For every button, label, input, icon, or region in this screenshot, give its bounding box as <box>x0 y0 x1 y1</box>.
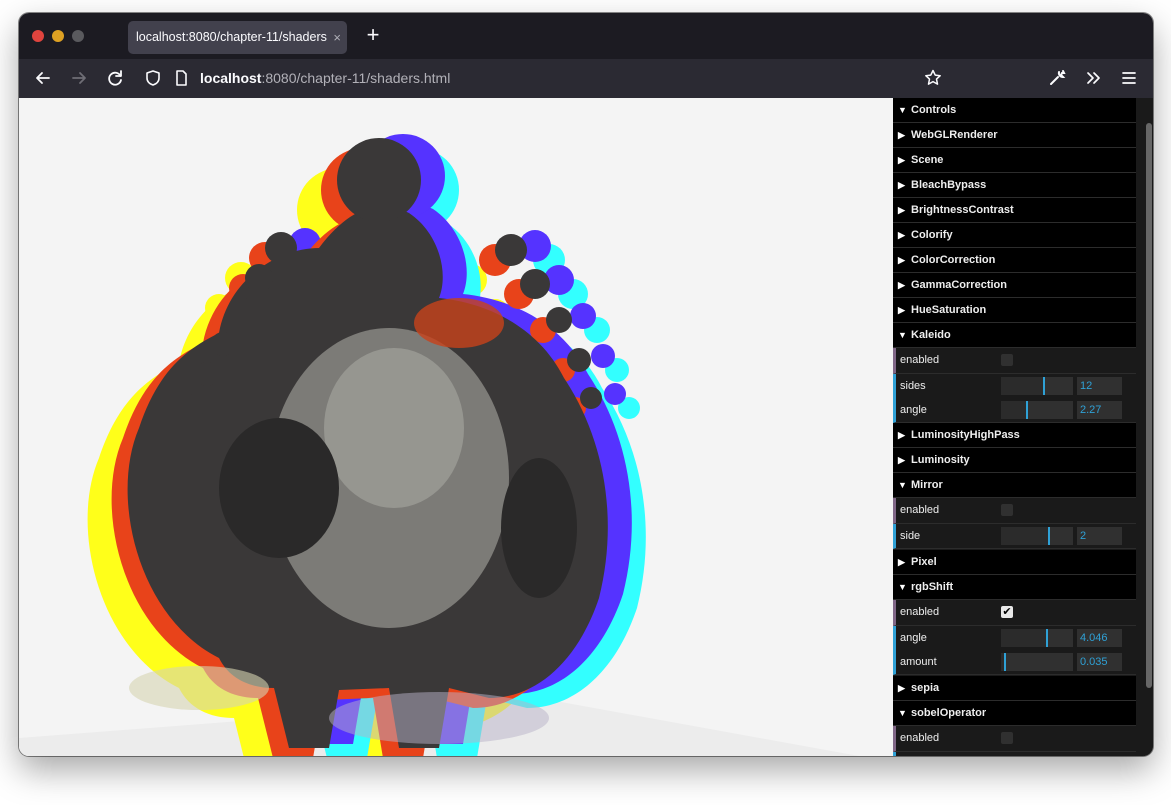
rgbshift-amount-control: amount 0.035 <box>893 650 1136 675</box>
kaleido-angle-control: angle 2.27 <box>893 398 1136 423</box>
rgbshift-angle-slider[interactable] <box>1001 629 1073 647</box>
kaleido-sides-input[interactable]: 12 <box>1077 377 1122 395</box>
sobel-next-control <box>893 752 1136 756</box>
chevron-right-icon: ▶ <box>898 255 905 265</box>
hamburger-menu-icon[interactable] <box>1116 65 1142 91</box>
shield-icon[interactable] <box>140 65 166 91</box>
kaleido-angle-slider[interactable] <box>1001 401 1073 419</box>
rgb-shifted-model-render <box>19 134 859 756</box>
chevron-right-icon: ▶ <box>898 305 905 315</box>
folder-luminosityhighpass[interactable]: ▶ LuminosityHighPass <box>893 423 1136 448</box>
rgbshift-amount-slider[interactable] <box>1001 653 1073 671</box>
kaleido-angle-input[interactable]: 2.27 <box>1077 401 1122 419</box>
folder-rgbshift[interactable]: ▼ rgbShift <box>893 575 1136 600</box>
kaleido-enabled-checkbox[interactable] <box>1001 354 1013 366</box>
folder-colorify[interactable]: ▶ Colorify <box>893 223 1136 248</box>
chevron-down-icon: ▼ <box>898 708 907 718</box>
folder-webglrenderer[interactable]: ▶ WebGLRenderer <box>893 123 1136 148</box>
folder-pixel[interactable]: ▶ Pixel <box>893 550 1136 575</box>
dat-gui-panel: ▼ Controls ▶ WebGLRenderer ▶ Scene ▶ BleachB… <box>893 98 1153 756</box>
chevron-right-icon: ▶ <box>898 430 905 440</box>
url-path: :8080/chapter-11/shaders.html <box>261 70 451 86</box>
folder-gammacorrection[interactable]: ▶ GammaCorrection <box>893 273 1136 298</box>
zoom-window-button[interactable] <box>72 30 84 42</box>
chevron-right-icon: ▶ <box>898 280 905 290</box>
gui-scrollbar-thumb[interactable] <box>1146 123 1152 688</box>
rgbshift-enabled-checkbox[interactable]: ✔ <box>1001 606 1013 618</box>
folder-brightnesscontrast[interactable]: ▶ BrightnessContrast <box>893 198 1136 223</box>
url-bar[interactable]: localhost:8080/chapter-11/shaders.html <box>200 63 1005 94</box>
wrench-icon[interactable] <box>1044 65 1070 91</box>
url-host: localhost <box>200 70 262 86</box>
mirror-enabled-checkbox[interactable] <box>1001 504 1013 516</box>
gui-scrollbar[interactable] <box>1144 98 1153 756</box>
kaleido-sides-control: sides 12 <box>893 374 1136 399</box>
kaleido-sides-slider[interactable] <box>1001 377 1073 395</box>
reload-icon[interactable] <box>102 65 128 91</box>
folder-kaleido[interactable]: ▼ Kaleido <box>893 323 1136 348</box>
mirror-enabled-control: enabled <box>893 498 1136 524</box>
mirror-side-slider[interactable] <box>1001 527 1073 545</box>
folder-huesaturation[interactable]: ▶ HueSaturation <box>893 298 1136 323</box>
bookmark-star-icon[interactable] <box>920 65 946 91</box>
tab-bar: localhost:8080/chapter-11/shaders × + <box>19 13 1153 59</box>
chevron-right-icon: ▶ <box>898 683 905 693</box>
mirror-side-input[interactable]: 2 <box>1077 527 1122 545</box>
forward-arrow-icon[interactable] <box>66 65 92 91</box>
folder-luminosity[interactable]: ▶ Luminosity <box>893 448 1136 473</box>
chevron-right-icon: ▶ <box>898 557 905 567</box>
tab-title: localhost:8080/chapter-11/shaders <box>136 30 327 44</box>
folder-sobeloperator[interactable]: ▼ sobelOperator <box>893 701 1136 726</box>
page-icon <box>168 65 194 91</box>
chevron-right-icon: ▶ <box>898 230 905 240</box>
sobel-enabled-control: enabled <box>893 726 1136 752</box>
overflow-chevrons-icon[interactable] <box>1080 65 1106 91</box>
tab-shaders[interactable]: localhost:8080/chapter-11/shaders × <box>128 21 347 54</box>
chevron-right-icon: ▶ <box>898 455 905 465</box>
new-tab-button[interactable]: + <box>358 21 388 51</box>
sobel-enabled-checkbox[interactable] <box>1001 732 1013 744</box>
tab-close-icon[interactable]: × <box>333 21 341 54</box>
mirror-side-control: side 2 <box>893 524 1136 549</box>
back-arrow-icon[interactable] <box>30 65 56 91</box>
chevron-down-icon: ▼ <box>898 330 907 340</box>
chevron-right-icon: ▶ <box>898 155 905 165</box>
navigation-bar: localhost:8080/chapter-11/shaders.html <box>19 59 1153 98</box>
folder-sepia[interactable]: ▶ sepia <box>893 676 1136 701</box>
folder-bleachbypass[interactable]: ▶ BleachBypass <box>893 173 1136 198</box>
minimize-window-button[interactable] <box>52 30 64 42</box>
rgbshift-angle-input[interactable]: 4.046 <box>1077 629 1122 647</box>
chevron-down-icon: ▼ <box>898 480 907 490</box>
rgbshift-enabled-control: enabled ✔ <box>893 600 1136 626</box>
chevron-right-icon: ▶ <box>898 180 905 190</box>
close-window-button[interactable] <box>32 30 44 42</box>
browser-window: localhost:8080/chapter-11/shaders × + lo… <box>19 13 1153 756</box>
chevron-right-icon: ▶ <box>898 205 905 215</box>
rgbshift-angle-control: angle 4.046 <box>893 626 1136 651</box>
folder-colorcorrection[interactable]: ▶ ColorCorrection <box>893 248 1136 273</box>
folder-scene[interactable]: ▶ Scene <box>893 148 1136 173</box>
webgl-canvas[interactable] <box>19 98 893 756</box>
chevron-down-icon: ▼ <box>898 105 907 115</box>
folder-mirror[interactable]: ▼ Mirror <box>893 473 1136 498</box>
rgbshift-amount-input[interactable]: 0.035 <box>1077 653 1122 671</box>
chevron-down-icon: ▼ <box>898 582 907 592</box>
kaleido-enabled-control: enabled <box>893 348 1136 374</box>
controls-header[interactable]: ▼ Controls <box>893 98 1136 123</box>
chevron-right-icon: ▶ <box>898 130 905 140</box>
